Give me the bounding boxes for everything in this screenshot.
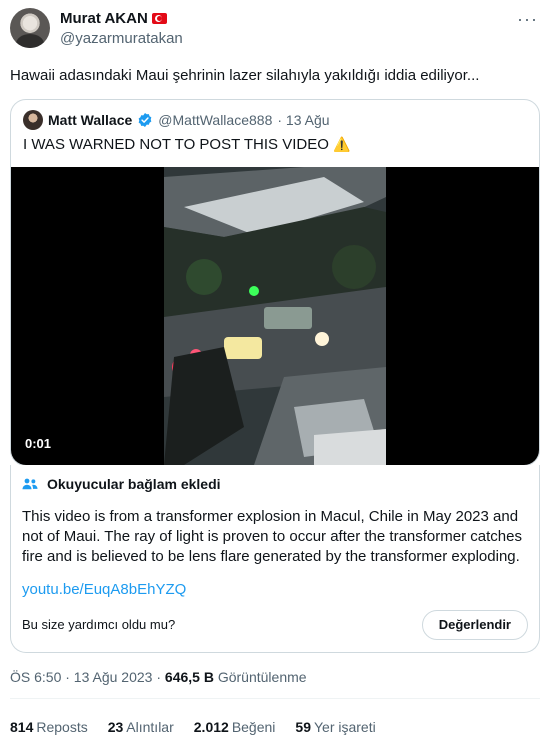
- helpful-question: Bu size yardımcı oldu mu?: [22, 617, 176, 632]
- divider: [10, 698, 540, 699]
- rate-button[interactable]: Değerlendir: [421, 610, 528, 640]
- author-name[interactable]: Murat AKAN: [60, 10, 148, 27]
- quoted-tweet-header: Matt Wallace @MattWallace888 · 13 Ağu: [23, 110, 330, 130]
- community-note-header: Okuyucular bağlam ekledi: [21, 475, 221, 493]
- community-note: Okuyucular bağlam ekledi This video is f…: [10, 465, 540, 653]
- quoted-tweet[interactable]: Matt Wallace @MattWallace888 · 13 Ağu I …: [10, 99, 540, 466]
- author-name-row[interactable]: Murat AKAN: [60, 10, 167, 27]
- reposts-label: Reposts: [36, 719, 88, 735]
- video-frame[interactable]: [164, 167, 386, 465]
- quoted-author-avatar: [23, 110, 43, 130]
- community-note-body: This video is from a transformer explosi…: [22, 508, 522, 565]
- video-player[interactable]: 0:01: [11, 167, 539, 465]
- reposts-count: 814: [10, 719, 34, 735]
- tweet-meta: ÖS 6:50 · 13 Ağu 2023 · 646,5 B Görüntül…: [10, 669, 307, 685]
- likes-count: 2.012: [193, 719, 229, 735]
- author-avatar[interactable]: [10, 8, 50, 48]
- people-icon: [22, 478, 38, 490]
- stat-bookmarks[interactable]: 59 Yer işareti: [295, 719, 375, 735]
- bookmarks-count: 59: [295, 719, 311, 735]
- warning-icon: ⚠️: [333, 136, 351, 152]
- video-duration: 0:01: [25, 436, 52, 451]
- bookmarks-label: Yer işareti: [313, 719, 376, 735]
- views-count: 646,5 B: [164, 669, 214, 685]
- stat-quotes[interactable]: 23 Alıntılar: [108, 719, 174, 735]
- quoted-author-handle: @MattWallace888: [158, 112, 273, 128]
- verified-badge-icon: [138, 113, 152, 127]
- quoted-date: · 13 Ağu: [277, 112, 330, 128]
- quoted-tweet-text: I WAS WARNED NOT TO POST THIS VIDEO ⚠️: [23, 134, 351, 155]
- quotes-label: Alıntılar: [126, 719, 174, 735]
- author-handle[interactable]: @yazarmuratakan: [60, 30, 183, 47]
- views-label: Görüntülenme: [217, 669, 307, 685]
- stat-reposts[interactable]: 814 Reposts: [10, 719, 88, 735]
- tweet-header: Murat AKAN @yazarmuratakan ···: [10, 8, 540, 52]
- tweet-timestamp[interactable]: ÖS 6:50 · 13 Ağu 2023: [10, 669, 152, 685]
- community-note-title: Okuyucular bağlam ekledi: [47, 476, 221, 492]
- stat-likes[interactable]: 2.012 Beğeni: [194, 719, 276, 735]
- video-thumbnail: [164, 167, 386, 465]
- likes-label: Beğeni: [231, 719, 276, 735]
- quotes-count: 23: [107, 719, 124, 735]
- tweet-text: Hawaii adasındaki Maui şehrinin lazer si…: [10, 67, 480, 84]
- quoted-text: I WAS WARNED NOT TO POST THIS VIDEO: [23, 136, 329, 153]
- more-horizontal-icon[interactable]: ···: [517, 10, 538, 28]
- turkey-flag-icon: [151, 13, 167, 24]
- community-note-link[interactable]: youtu.be/EuqA8bEhYZQ: [22, 581, 186, 598]
- tweet-stats: 814 Reposts 23 Alıntılar 2.012 Beğeni 59 Yer…: [10, 719, 376, 735]
- quoted-author-name: Matt Wallace: [48, 112, 133, 128]
